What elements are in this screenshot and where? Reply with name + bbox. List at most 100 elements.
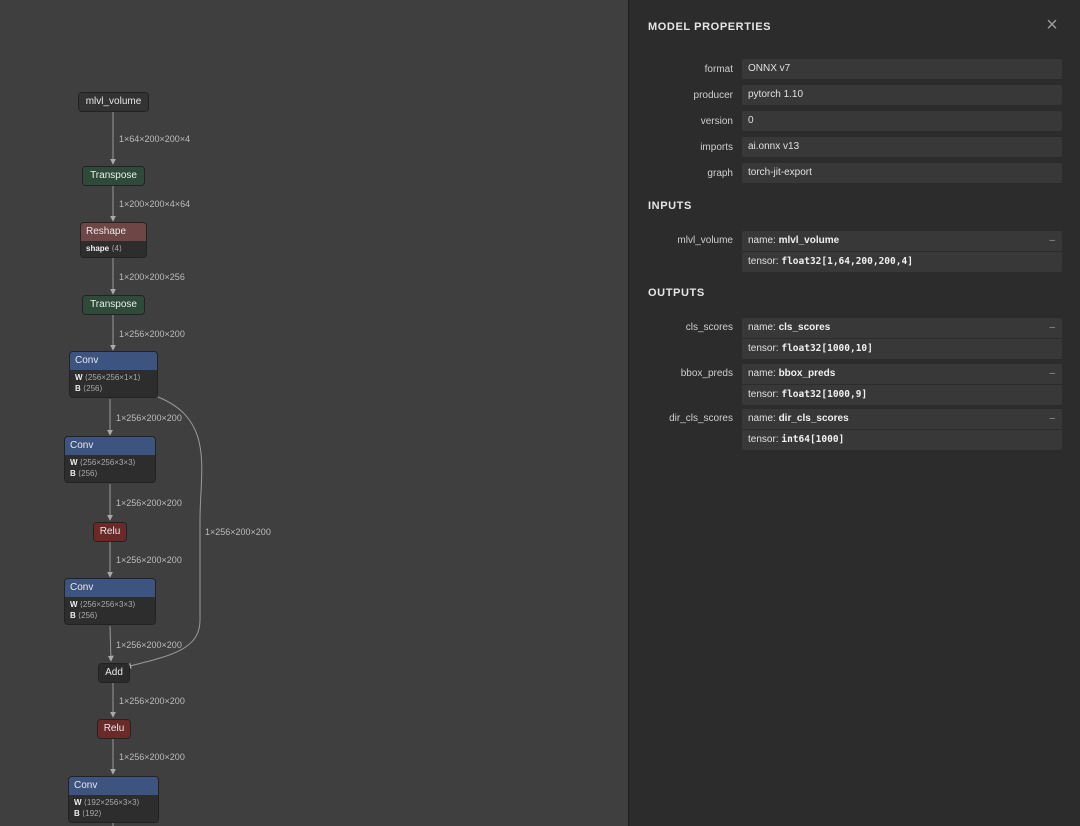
attr-key: shape [86,244,110,253]
tensor-prefix: tensor: [748,389,782,400]
collapse-toggle[interactable]: – [1049,318,1055,338]
edge-label: 1×256×200×200 [116,413,182,423]
node-input-mlvl-volume[interactable]: mlvl_volume [78,92,149,112]
node-attributes: W ⟨192×256×3×3⟩ B ⟨192⟩ [69,795,158,822]
close-icon[interactable]: × [1041,14,1063,36]
attr-key: B [74,809,80,818]
node-reshape[interactable]: Reshape shape ⟨4⟩ [80,222,147,258]
property-label: version [700,116,733,127]
name-prefix: name: [748,322,779,333]
attr-value: ⟨256⟩ [78,469,98,478]
attr-value: ⟨256×256×3×3⟩ [79,600,136,609]
node-attributes: W ⟨256×256×3×3⟩ B ⟨256⟩ [65,455,155,482]
output-label: bbox_preds [680,368,733,379]
property-value[interactable]: torch-jit-export [742,163,1062,183]
property-label: graph [707,168,733,179]
edge-label: 1×256×200×200 [116,555,182,565]
node-conv[interactable]: Conv W ⟨256×256×1×1⟩ B ⟨256⟩ [69,351,158,398]
property-label: format [704,64,733,75]
node-title: Conv [70,352,157,370]
node-transpose[interactable]: Transpose [82,166,145,186]
attr-key: W [70,600,78,609]
name-prefix: name: [748,235,779,246]
tensor-type: float32[1000,9] [781,389,868,400]
property-value[interactable]: ai.onnx v13 [742,137,1062,157]
node-title: Add [99,664,129,682]
name-prefix: name: [748,368,779,379]
panel-title: MODEL PROPERTIES [648,21,772,33]
model-properties-panel: MODEL PROPERTIES × format ONNX v7 produc… [628,0,1080,826]
node-conv[interactable]: Conv W ⟨192×256×3×3⟩ B ⟨192⟩ [68,776,159,823]
output-details[interactable]: name: dir_cls_scores – tensor: int64[1000… [742,409,1062,450]
attr-value: ⟨192×256×3×3⟩ [83,798,140,807]
input-name: mlvl_volume [778,235,840,246]
tensor-prefix: tensor: [748,256,782,267]
output-details[interactable]: name: cls_scores – tensor: float32[1000,1… [742,318,1062,359]
output-name: cls_scores [778,322,831,333]
property-label: producer [693,90,733,101]
property-value[interactable]: ONNX v7 [742,59,1062,79]
edge-label: 1×200×200×4×64 [119,199,191,209]
node-title: Transpose [83,296,144,314]
output-label: dir_cls_scores [669,413,733,424]
node-add[interactable]: Add [98,663,130,683]
node-conv[interactable]: Conv W ⟨256×256×3×3⟩ B ⟨256⟩ [64,436,156,483]
node-title: Conv [69,777,158,795]
edge-label: 1×200×200×256 [119,272,185,282]
edge [107,625,114,662]
node-relu[interactable]: Relu [93,522,127,542]
collapse-toggle[interactable]: – [1049,231,1055,251]
property-value[interactable]: 0 [742,111,1062,131]
attr-key: B [70,611,76,620]
attr-key: B [75,384,81,393]
attr-key: W [74,798,82,807]
tensor-type: float32[1000,10] [781,343,873,354]
inputs-section-title: INPUTS [648,200,692,212]
tensor-prefix: tensor: [748,343,782,354]
edge-label: 1×256×200×200 [119,329,185,339]
property-value[interactable]: pytorch 1.10 [742,85,1062,105]
property-label: imports [700,142,733,153]
edge-label: 1×256×200×200 [205,527,271,537]
node-title: Conv [65,579,155,597]
graph-canvas[interactable]: 1×64×200×200×4 1×200×200×4×64 1×200×200×… [0,0,628,826]
attr-value: ⟨192⟩ [82,809,102,818]
node-attributes: shape ⟨4⟩ [81,241,146,257]
attr-key: W [75,373,83,382]
output-details[interactable]: name: bbox_preds – tensor: float32[1000,9… [742,364,1062,405]
attr-key: B [70,469,76,478]
graph-edges [107,111,203,826]
node-conv[interactable]: Conv W ⟨256×256×3×3⟩ B ⟨256⟩ [64,578,156,625]
input-details[interactable]: name: mlvl_volume – tensor: float32[1,64,… [742,231,1062,272]
attr-value: ⟨256×256×1×1⟩ [84,373,141,382]
tensor-prefix: tensor: [748,434,782,445]
node-title: Reshape [81,223,146,241]
attr-value: ⟨4⟩ [111,244,123,253]
node-attributes: W ⟨256×256×3×3⟩ B ⟨256⟩ [65,597,155,624]
name-prefix: name: [748,413,779,424]
collapse-toggle[interactable]: – [1049,364,1055,384]
node-title: Relu [94,523,126,541]
attr-value: ⟨256×256×3×3⟩ [79,458,136,467]
node-title: mlvl_volume [79,93,148,111]
edge-label: 1×256×200×200 [116,640,182,650]
node-title: Transpose [83,167,144,185]
attr-value: ⟨256⟩ [78,611,98,620]
node-transpose[interactable]: Transpose [82,295,145,315]
output-name: bbox_preds [778,368,836,379]
edge-label: 1×256×200×200 [116,498,182,508]
collapse-toggle[interactable]: – [1049,409,1055,429]
input-label: mlvl_volume [677,235,733,246]
attr-value: ⟨256⟩ [83,384,103,393]
edge-label: 1×256×200×200 [119,752,185,762]
output-name: dir_cls_scores [778,413,849,424]
attr-key: W [70,458,78,467]
edge-label: 1×64×200×200×4 [119,134,191,144]
node-title: Relu [98,720,130,738]
output-label: cls_scores [685,322,733,333]
tensor-type: float32[1,64,200,200,4] [781,256,913,267]
outputs-section-title: OUTPUTS [648,287,705,299]
node-relu[interactable]: Relu [97,719,131,739]
node-attributes: W ⟨256×256×1×1⟩ B ⟨256⟩ [70,370,157,397]
node-title: Conv [65,437,155,455]
